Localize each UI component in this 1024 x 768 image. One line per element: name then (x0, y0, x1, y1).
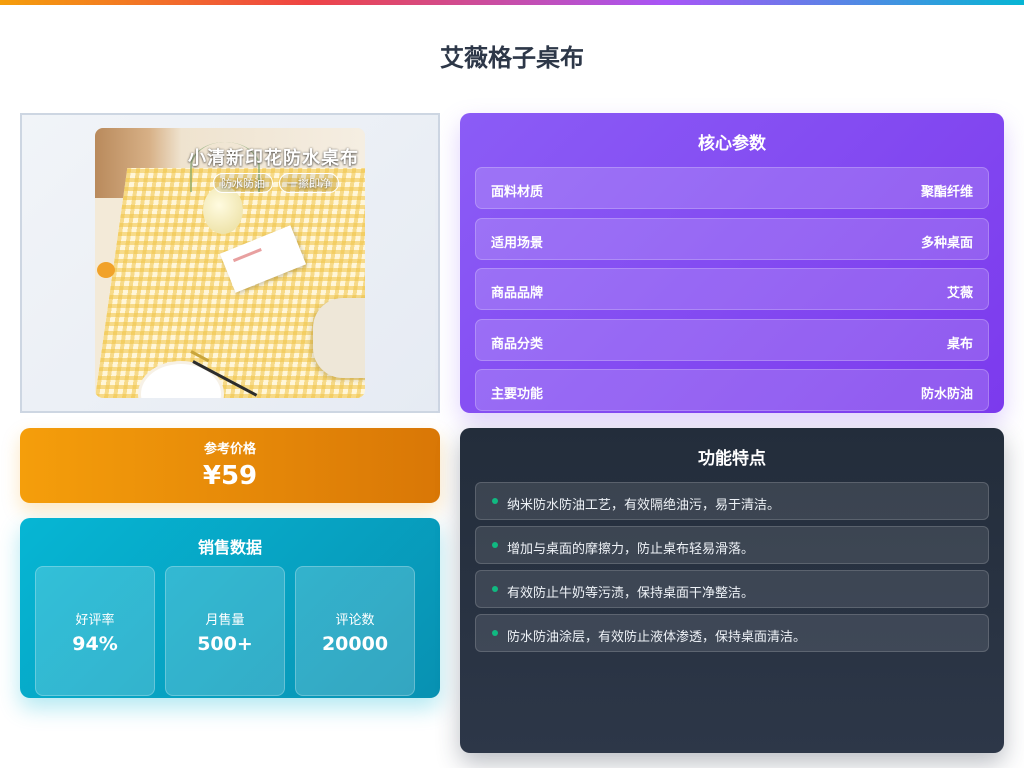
specs-title: 核心参数 (698, 134, 766, 154)
feature-text: 防水防油涂层，有效防止液体渗透，保持桌面清洁。 (507, 630, 807, 645)
product-photo[interactable]: 小清新印花防水桌布 防水防油 一擦即净 (95, 128, 365, 398)
spec-row-brand: 商品品牌 艾薇 (475, 268, 989, 310)
price-label: 参考价格 (203, 442, 256, 457)
photo-headline: 小清新印花防水桌布 (188, 148, 359, 169)
features-card: 功能特点 纳米防水防油工艺，有效隔绝油污，易于清洁。 增加与桌面的摩擦力，防止桌… (460, 428, 1004, 753)
spec-row-function: 主要功能 防水防油 (475, 369, 989, 411)
top-gradient-bar (0, 0, 1024, 5)
spec-name: 商品品牌 (491, 286, 544, 301)
feature-text: 增加与桌面的摩擦力，防止桌布轻易滑落。 (507, 542, 755, 557)
page-title: 艾薇格子桌布 (440, 44, 584, 72)
stat-value: 500+ (197, 633, 253, 655)
spec-value: 防水防油 (920, 387, 973, 402)
photo-tag: 一擦即净 (279, 173, 339, 193)
feature-item: 有效防止牛奶等污渍，保持桌面干净整洁。 (475, 570, 989, 608)
price-card: 参考价格 ¥59 (20, 428, 440, 503)
price-value: ¥59 (202, 461, 258, 491)
spec-value: 桌布 (946, 337, 973, 352)
feature-item: 增加与桌面的摩擦力，防止桌布轻易滑落。 (475, 526, 989, 564)
features-title: 功能特点 (698, 449, 766, 469)
spec-name: 主要功能 (491, 387, 544, 402)
photo-vase (203, 186, 243, 234)
stat-label: 评论数 (335, 613, 375, 628)
photo-tags: 防水防油 一擦即净 (213, 173, 339, 193)
spec-value: 多种桌面 (920, 236, 973, 251)
sales-card: 销售数据 好评率 94% 月售量 500+ 评论数 20000 (20, 518, 440, 698)
feature-item: 防水防油涂层，有效防止液体渗透，保持桌面清洁。 (475, 614, 989, 652)
bullet-dot-icon (492, 498, 498, 504)
stat-value: 20000 (321, 633, 389, 655)
spec-row-category: 商品分类 桌布 (475, 319, 989, 361)
bullet-dot-icon (492, 630, 498, 636)
spec-row-material: 面料材质 聚酯纤维 (475, 167, 989, 209)
feature-item: 纳米防水防油工艺，有效隔绝油污，易于清洁。 (475, 482, 989, 520)
stat-label: 月售量 (205, 613, 245, 628)
spec-name: 商品分类 (491, 337, 544, 352)
feature-text: 有效防止牛奶等污渍，保持桌面干净整洁。 (507, 586, 755, 601)
photo-tag: 防水防油 (213, 173, 273, 193)
spec-row-scene: 适用场景 多种桌面 (475, 218, 989, 260)
spec-name: 适用场景 (491, 236, 544, 251)
spec-name: 面料材质 (491, 185, 544, 200)
stat-value: 94% (72, 633, 118, 655)
product-image-panel: 小清新印花防水桌布 防水防油 一擦即净 (20, 113, 440, 413)
bullet-dot-icon (492, 586, 498, 592)
spec-value: 聚酯纤维 (920, 185, 973, 200)
stat-positive-rate: 好评率 94% (35, 566, 155, 696)
bullet-dot-icon (492, 542, 498, 548)
photo-fruit (97, 262, 115, 278)
stat-monthly-sales: 月售量 500+ (165, 566, 285, 696)
feature-text: 纳米防水防油工艺，有效隔绝油污，易于清洁。 (507, 498, 781, 513)
stat-review-count: 评论数 20000 (295, 566, 415, 696)
sales-title: 销售数据 (197, 538, 262, 557)
spec-value: 艾薇 (946, 286, 973, 301)
specs-card: 核心参数 面料材质 聚酯纤维 适用场景 多种桌面 商品品牌 艾薇 商品分类 桌布… (460, 113, 1004, 413)
photo-chair (313, 298, 365, 378)
stat-label: 好评率 (75, 613, 115, 628)
